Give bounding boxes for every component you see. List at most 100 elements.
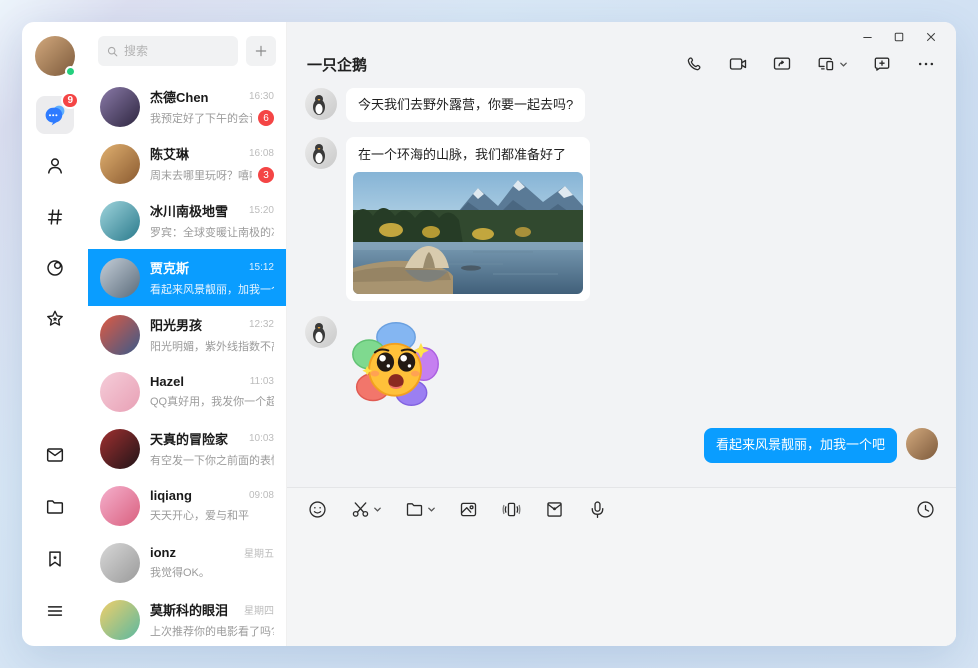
chat-preview: 周末去哪里玩呀？嘻嘻: [150, 170, 252, 182]
avatar: [100, 485, 140, 526]
chat-list-item[interactable]: ionz 星期五 我觉得OK。: [88, 534, 286, 591]
minimize-button[interactable]: [856, 29, 878, 45]
nav-saved[interactable]: [36, 540, 74, 578]
emoji-button[interactable]: [307, 499, 328, 520]
my-avatar-small[interactable]: [906, 428, 938, 461]
chat-time: 09:08: [248, 490, 274, 501]
chat-time: 12:32: [248, 319, 274, 330]
nav-folder[interactable]: [36, 488, 74, 526]
chat-time: 16:08: [248, 148, 274, 159]
chat-name: 贾克斯: [150, 261, 190, 276]
rail-nav: 9: [36, 92, 79, 338]
online-status-dot: [65, 66, 76, 77]
chat-list-item[interactable]: 杰德Chen 16:30 我预定好了下午的会议 6: [88, 78, 286, 135]
more-options-button[interactable]: [916, 54, 936, 74]
message-sent: 看起来风景靓丽，加我一个吧: [305, 428, 938, 463]
avatar: [100, 200, 140, 241]
nav-contacts[interactable]: [36, 147, 74, 185]
new-chat-button[interactable]: [872, 54, 892, 74]
hamburger-menu-icon: [44, 600, 66, 622]
chat-list-panel: 杰德Chen 16:30 我预定好了下午的会议 6 陈艾琳 16:08 周末去哪里玩呀…: [88, 22, 287, 646]
message-received: 今天我们去野外露营，你要一起去吗?: [305, 88, 938, 123]
message-bubble[interactable]: 今天我们去野外露营，你要一起去吗?: [346, 88, 586, 123]
message-received: 在一个环海的山脉，我们都准备好了: [305, 137, 938, 302]
star-icon: [44, 308, 66, 330]
chat-history-button[interactable]: [915, 499, 936, 520]
maximize-button[interactable]: [888, 29, 910, 45]
my-avatar[interactable]: [35, 36, 76, 77]
nav-mail[interactable]: [36, 436, 74, 474]
chat-list-item-selected[interactable]: 贾克斯 15:12 看起来风景靓丽，加我一个吧: [88, 249, 286, 306]
chat-time: 15:20: [248, 205, 274, 216]
message-bubble-with-photo[interactable]: 在一个环海的山脉，我们都准备好了: [346, 137, 590, 302]
rail-bottom-nav: [36, 436, 74, 630]
peer-avatar[interactable]: [305, 316, 337, 349]
chat-name: 阳光男孩: [150, 318, 203, 333]
nav-moments[interactable]: [36, 249, 74, 287]
chat-preview: 罗宾：全球变暖让南极的冰川: [150, 227, 274, 239]
chat-preview: 我预定好了下午的会议: [150, 113, 252, 125]
screenshot-button[interactable]: [350, 499, 382, 520]
chat-list-item[interactable]: Hazel 11:03 QQ真好用，我发你一个超清表情: [88, 363, 286, 420]
nav-channels[interactable]: [36, 198, 74, 236]
avatar: [100, 428, 140, 469]
chat-list-item[interactable]: 阳光男孩 12:32 阳光明媚，紫外线指数不高: [88, 306, 286, 363]
chevron-down-icon: [373, 505, 382, 514]
chat-preview: 上次推荐你的电影看了吗?: [150, 626, 274, 638]
peer-avatar[interactable]: [305, 137, 337, 170]
send-image-button[interactable]: [458, 499, 479, 520]
nav-favorites[interactable]: [36, 300, 74, 338]
chat-preview: 有空发一下你之前面的表情: [150, 455, 274, 467]
avatar: [100, 599, 140, 640]
camping-photo[interactable]: [353, 172, 583, 295]
chat-list: 杰德Chen 16:30 我预定好了下午的会议 6 陈艾琳 16:08 周末去哪里玩呀…: [88, 78, 286, 646]
avatar: [100, 143, 140, 184]
message-area: 今天我们去野外露营，你要一起去吗? 在一个环海的山脉，我们都准备好了 看起来风景…: [287, 84, 956, 487]
chat-name: Hazel: [150, 374, 184, 389]
remote-desktop-button[interactable]: [816, 54, 848, 74]
chat-title: 一只企鹅: [307, 56, 368, 74]
shake-window-button[interactable]: [501, 499, 522, 520]
chat-panel: 一只企鹅 今天我们去野外露营，你要一起去吗? 在一个环海的山脉，我们都准备好了 …: [287, 22, 956, 646]
chat-name: 莫斯科的眼泪: [150, 603, 229, 618]
search-input[interactable]: [124, 44, 230, 58]
video-call-button[interactable]: [728, 54, 748, 74]
chevron-down-icon: [427, 505, 436, 514]
chat-preview: 看起来风景靓丽，加我一个吧: [150, 284, 274, 296]
search-box[interactable]: [98, 36, 238, 66]
add-chat-button[interactable]: [246, 36, 276, 66]
chat-name: liqiang: [150, 488, 192, 503]
voice-call-button[interactable]: [685, 55, 704, 74]
peer-avatar[interactable]: [305, 88, 337, 120]
chevron-down-icon: [839, 60, 848, 69]
chat-list-item[interactable]: 陈艾琳 16:08 周末去哪里玩呀？嘻嘻 3: [88, 135, 286, 192]
chat-list-item[interactable]: 莫斯科的眼泪 星期四 上次推荐你的电影看了吗?: [88, 591, 286, 646]
flower-face-sticker[interactable]: [348, 316, 444, 412]
chat-list-item[interactable]: 冰川南极地雪 15:20 罗宾：全球变暖让南极的冰川: [88, 192, 286, 249]
search-icon: [106, 45, 119, 58]
close-button[interactable]: [920, 29, 942, 45]
chat-preview: QQ真好用，我发你一个超清表情: [150, 396, 274, 408]
nav-menu[interactable]: [36, 592, 74, 630]
chat-list-item[interactable]: 天真的冒险家 10:03 有空发一下你之前面的表情: [88, 420, 286, 477]
message-bubble-sent[interactable]: 看起来风景靓丽，加我一个吧: [703, 428, 897, 463]
hash-icon: [44, 206, 66, 228]
chat-list-item[interactable]: liqiang 09:08 天天开心，爱与和平: [88, 477, 286, 534]
screen-share-button[interactable]: [772, 54, 792, 74]
window-controls: [287, 22, 956, 44]
chat-preview: 阳光明媚，紫外线指数不高: [150, 341, 274, 353]
red-packet-button[interactable]: [544, 499, 565, 520]
qq-app-window: 9 搜索 杰德Chen 16:30 我预定好了下午的会议 6 陈艾琳 16:08…: [22, 22, 956, 646]
chat-header-tools: [685, 54, 936, 74]
nav-messages[interactable]: 9: [36, 92, 79, 134]
person-icon: [44, 155, 66, 177]
chat-time: 星期五: [244, 549, 274, 560]
message-input[interactable]: [287, 530, 956, 646]
chat-name: 冰川南极地雪: [150, 204, 229, 219]
chat-time: 15:12: [248, 262, 274, 273]
avatar: [100, 371, 140, 412]
unread-badge: 3: [258, 167, 274, 183]
send-file-button[interactable]: [404, 499, 436, 520]
voice-message-button[interactable]: [587, 499, 608, 520]
chat-preview: 我觉得OK。: [150, 567, 210, 579]
